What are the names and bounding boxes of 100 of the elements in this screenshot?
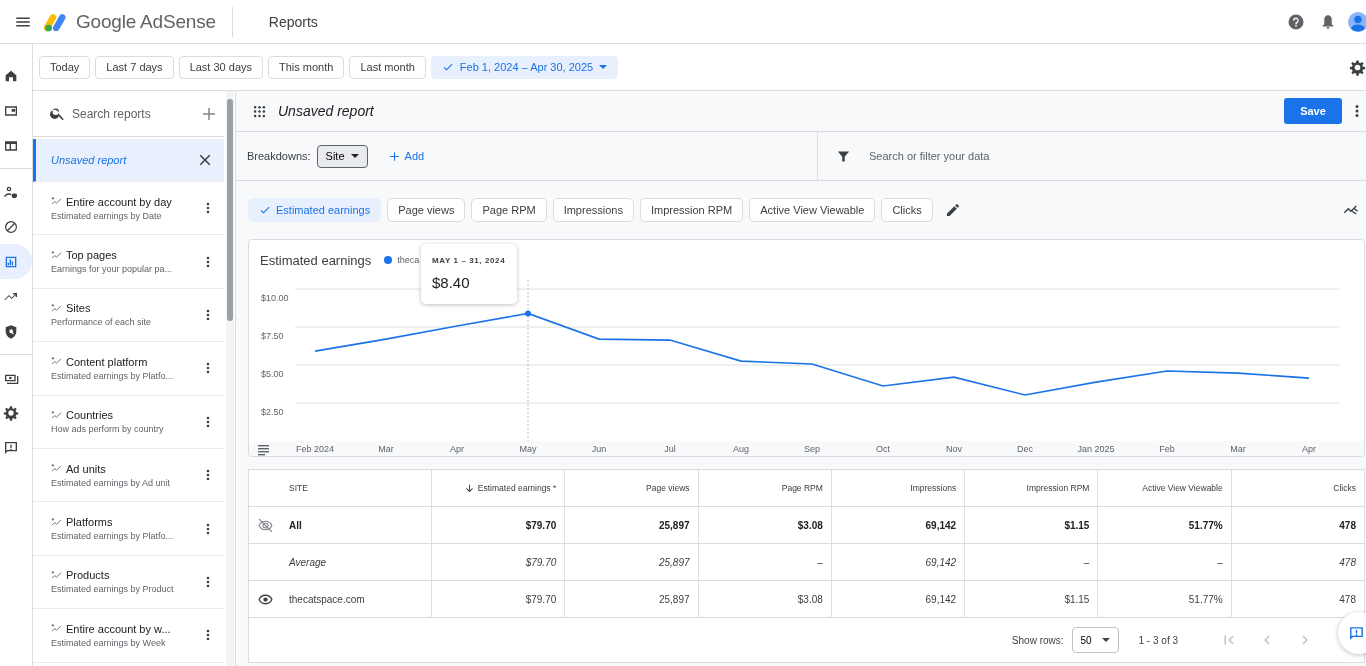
x-tick-label: Mar [1230, 444, 1246, 454]
table-cell: 51.77% [1097, 507, 1231, 543]
breakdown-chip[interactable]: Site [316, 144, 368, 168]
table-cell: $1.15 [964, 581, 1098, 617]
x-tick-label: Feb 2024 [296, 444, 334, 454]
report-subtitle: Estimated earnings by Product [51, 584, 175, 595]
report-title: Entire account by w... [66, 622, 171, 635]
feedback-icon[interactable] [3, 439, 19, 456]
help-icon[interactable] [1287, 12, 1305, 31]
report-item[interactable]: Sites Performance of each site [33, 288, 224, 343]
metric-chip[interactable]: Clicks [881, 198, 933, 222]
rows-select[interactable]: 50 [1071, 627, 1119, 653]
x-tick-label: Oct [876, 444, 890, 454]
avatar[interactable] [1348, 11, 1366, 32]
table-cell: – [1097, 544, 1231, 580]
column-header[interactable]: Impressions [910, 483, 957, 493]
column-header[interactable]: Clicks [1333, 483, 1356, 493]
table-cell: 25,897 [564, 507, 698, 543]
list-icon[interactable] [258, 445, 269, 456]
date-range-chip[interactable]: Last 30 days [178, 55, 263, 79]
column-header[interactable]: Page views [646, 483, 690, 493]
report-item[interactable]: Unsaved report [33, 139, 224, 182]
sparkle-icon [51, 410, 62, 420]
block-icon[interactable] [3, 218, 19, 235]
plus-icon [387, 149, 401, 163]
legend-label: theca [397, 255, 420, 265]
report-title: Sites [66, 302, 91, 315]
table-cell: 69,142 [830, 507, 965, 543]
sparkle-icon [51, 570, 62, 580]
report-title: Content platform [66, 355, 148, 368]
x-tick-label: Sep [804, 444, 820, 454]
metric-chip[interactable]: Page RPM [471, 198, 547, 222]
sparkle-icon [51, 303, 62, 313]
table-cell: $79.70 [431, 507, 565, 543]
filter-field[interactable]: Search or filter your data [867, 149, 1171, 163]
x-tick-label: Jan 2025 [1077, 444, 1115, 454]
reports-nav-button[interactable] [0, 244, 32, 279]
report-item[interactable]: Ad units Estimated earnings by Ad unit [33, 448, 224, 503]
search-field[interactable]: Search reports [70, 105, 194, 122]
table-cell: $3.08 [697, 507, 831, 543]
table-cell: 69,142 [830, 544, 965, 580]
sort-arrow-icon[interactable] [463, 482, 475, 494]
report-title: Unsaved report [51, 154, 127, 166]
tooltip-date: MAY 1 – 31, 2024 [432, 256, 507, 265]
apps-icon[interactable] [252, 103, 267, 119]
sparkle-icon [51, 624, 62, 634]
x-tick-label: Dec [1017, 444, 1033, 454]
column-header[interactable]: Active View Viewable [1142, 483, 1223, 493]
breakdowns-label: Breakdowns: [247, 150, 311, 162]
report-item[interactable]: Countries How ads perform by country [33, 395, 224, 449]
add-button[interactable]: Add [381, 148, 431, 164]
report-item[interactable]: Products Estimated earnings by Product [33, 555, 224, 610]
column-header[interactable]: Estimated earnings * [477, 483, 557, 493]
show-rows-label: Show rows: [1011, 634, 1064, 646]
report-item[interactable]: Platforms Estimated earnings by Platfo... [33, 502, 224, 556]
eye-off-icon[interactable] [257, 516, 274, 534]
report-subtitle: Estimated earnings by Platfo... [51, 370, 175, 381]
metric-chip[interactable]: Impression RPM [639, 198, 744, 222]
date-range-chip[interactable]: Last 7 days [95, 55, 174, 79]
report-name: Unsaved report [278, 103, 374, 119]
x-tick-label: Apr [450, 444, 464, 454]
report-subtitle: Performance of each site [51, 317, 153, 328]
report-item[interactable]: Entire account by day Estimated earnings by Date [33, 182, 224, 236]
settings-icon[interactable] [3, 404, 19, 421]
date-range-chip[interactable]: Today [39, 55, 91, 79]
report-subtitle: Estimated earnings by Date [51, 210, 163, 221]
column-header[interactable]: Page RPM [781, 483, 823, 493]
report-title: Ad units [66, 462, 106, 475]
y-tick-label: $2.50 [261, 407, 284, 418]
metric-chip[interactable]: Estimated earnings [248, 198, 382, 222]
tooltip-value: $8.40 [432, 274, 471, 291]
metric-chip[interactable]: Active View Viewable [749, 198, 876, 222]
date-range-chip[interactable]: Last month [349, 55, 426, 79]
report-item[interactable]: Entire account by w... Estimated earnings by Week [33, 609, 224, 663]
table-cell: – [697, 544, 831, 580]
table-cell: $3.08 [697, 581, 831, 617]
caret-icon [350, 154, 359, 158]
sparkle-icon [51, 517, 62, 527]
table-cell: 51.77% [1097, 581, 1231, 617]
column-header[interactable]: SITE [289, 483, 308, 493]
date-range-chip[interactable]: This month [268, 55, 345, 79]
table-cell: 478 [1230, 544, 1364, 580]
metric-chip[interactable]: Impressions [552, 198, 634, 222]
caret-icon [599, 65, 608, 69]
report-item[interactable]: Content platform Estimated earnings by Platfo... [33, 342, 224, 396]
table-cell: 25,897 [564, 581, 698, 617]
x-tick-label: Jun [591, 444, 607, 454]
save-button[interactable]: Save [1284, 98, 1342, 124]
page-range: 1 - 3 of 3 [1138, 634, 1178, 646]
sparkle-icon [51, 250, 62, 260]
check-icon [441, 61, 454, 73]
sparkle-icon [51, 357, 62, 367]
settings-icon[interactable] [1349, 58, 1366, 76]
report-subtitle: Estimated earnings by Week [51, 637, 167, 648]
metric-chip[interactable]: Page views [387, 198, 466, 222]
report-item[interactable]: Top pages Earnings for your popular pa... [33, 235, 224, 289]
pencil-icon[interactable] [944, 202, 961, 218]
date-range-chip[interactable]: Feb 1, 2024 – Apr 30, 2025 [430, 55, 619, 79]
scrollbar[interactable] [226, 91, 234, 666]
column-header[interactable]: Impression RPM [1026, 483, 1090, 493]
